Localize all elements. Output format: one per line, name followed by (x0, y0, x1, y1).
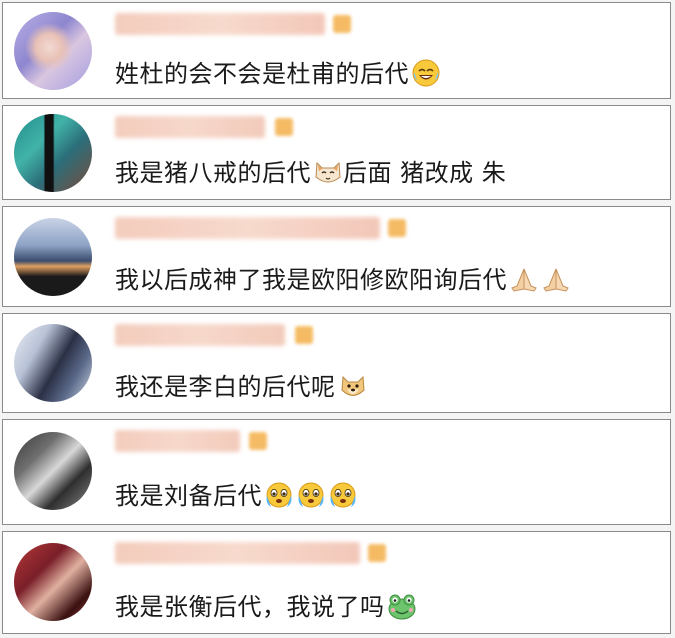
crying-face-icon (330, 482, 356, 508)
user-badge-icon (275, 118, 293, 136)
avatar[interactable] (14, 432, 92, 510)
comment-text: 姓杜的会不会是杜甫的后代 (115, 58, 441, 89)
comment-text: 我还是李白的后代呢 (115, 371, 368, 402)
tears-of-joy-icon (412, 59, 440, 87)
avatar[interactable] (14, 543, 92, 621)
comment-text: 我是张衡后代，我说了吗 (115, 591, 417, 622)
comment-body: 我是猪八戒的后代 (115, 159, 311, 187)
comment-body: 我还是李白的后代呢 (115, 373, 336, 401)
user-badge-icon (249, 432, 267, 450)
comment-body: 姓杜的会不会是杜甫的后代 (115, 60, 409, 88)
user-badge-icon (295, 326, 313, 344)
username-blurred[interactable] (115, 430, 240, 452)
comment-body: 我是刘备后代 (115, 482, 262, 510)
comment-body-continued: 后面 猪改成 朱 (343, 159, 507, 187)
username-blurred[interactable] (115, 13, 325, 35)
doge-icon (340, 375, 365, 396)
comment-card[interactable]: 我是刘备后代 (2, 419, 671, 525)
username-blurred[interactable] (115, 217, 380, 239)
username-blurred[interactable] (115, 542, 360, 564)
comment-card[interactable]: 我还是李白的后代呢 (2, 313, 671, 413)
avatar[interactable] (14, 114, 92, 192)
user-badge-icon (368, 544, 386, 562)
frog-icon (388, 594, 415, 620)
comment-text: 我以后成神了我是欧阳修欧阳询后代 (115, 264, 571, 295)
comment-feed: 姓杜的会不会是杜甫的后代 我是猪八戒的后代 后面 猪改成 朱 我以后成神了我是欧… (0, 0, 675, 638)
comment-body: 我是张衡后代，我说了吗 (115, 593, 385, 621)
username-blurred[interactable] (115, 324, 285, 346)
comment-text: 我是猪八戒的后代 后面 猪改成 朱 (115, 157, 506, 188)
comment-text: 我是刘备后代 (115, 480, 358, 511)
comment-card[interactable]: 我是张衡后代，我说了吗 (2, 531, 671, 634)
crying-face-icon (298, 482, 324, 508)
crying-face-icon (266, 482, 292, 508)
user-badge-icon (388, 219, 406, 237)
avatar[interactable] (14, 218, 92, 296)
comment-body: 我以后成神了我是欧阳修欧阳询后代 (115, 266, 507, 294)
comment-card[interactable]: 姓杜的会不会是杜甫的后代 (2, 2, 671, 99)
comment-card[interactable]: 我以后成神了我是欧阳修欧阳询后代 (2, 206, 671, 307)
pray-hands-icon (543, 268, 569, 292)
cat-face-icon (315, 161, 341, 183)
user-badge-icon (333, 15, 351, 33)
avatar[interactable] (14, 12, 92, 90)
comment-card[interactable]: 我是猪八戒的后代 后面 猪改成 朱 (2, 105, 671, 200)
username-blurred[interactable] (115, 116, 265, 138)
avatar[interactable] (14, 324, 92, 402)
pray-hands-icon (511, 268, 537, 292)
